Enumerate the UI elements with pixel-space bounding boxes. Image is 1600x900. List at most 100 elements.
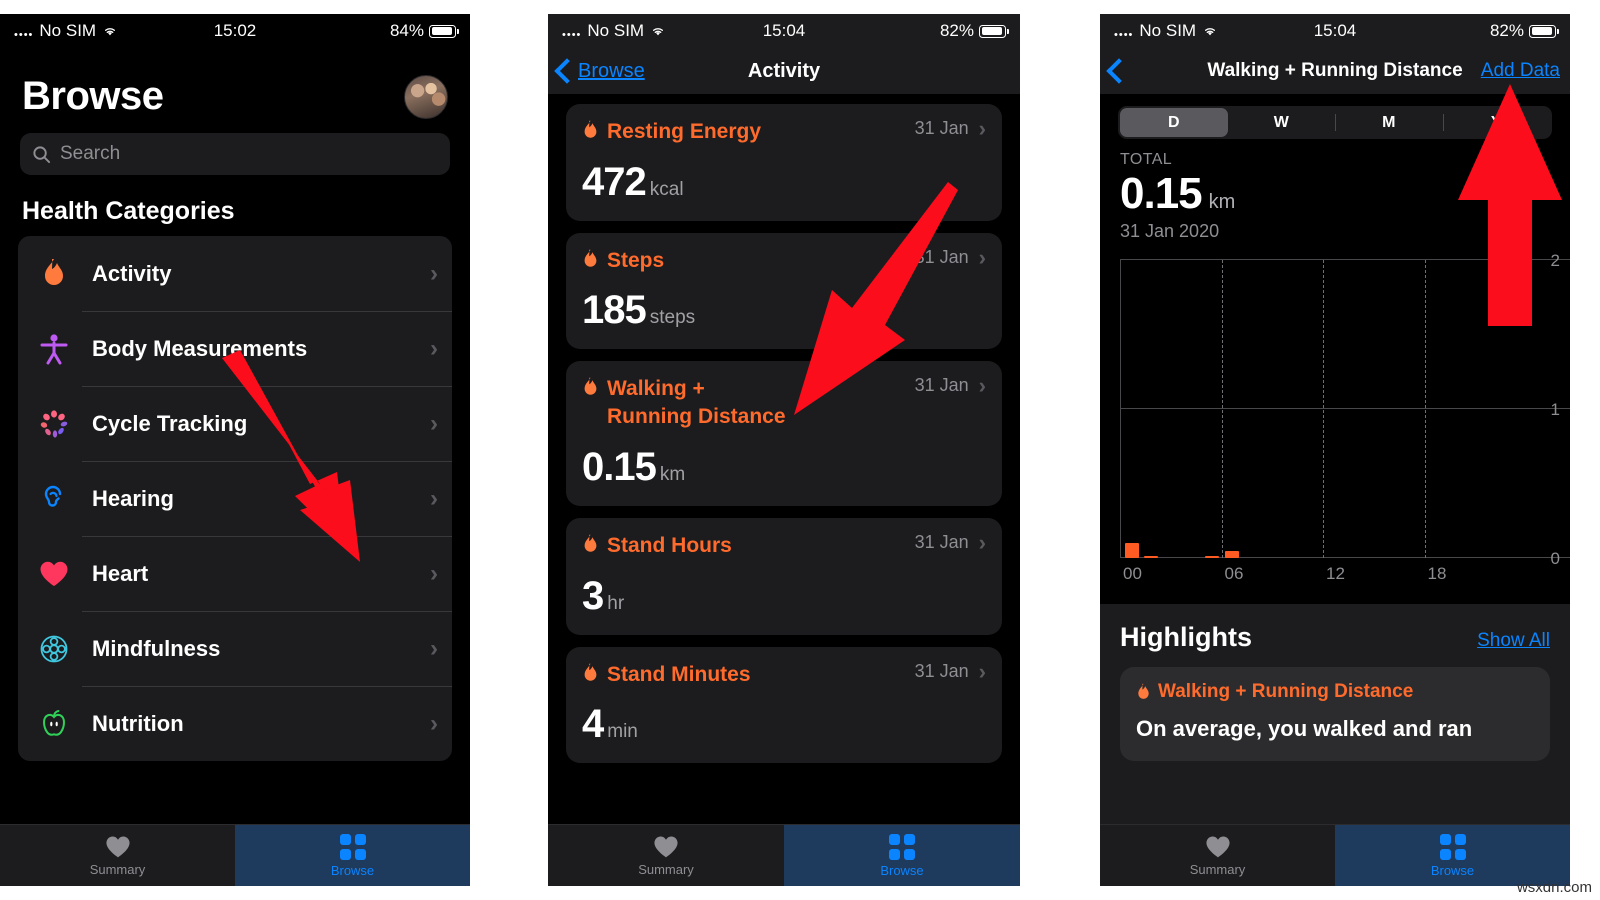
chevron-left-icon	[1106, 58, 1132, 84]
metric-card-walking-running-distance[interactable]: Walking + Running Distance 31 Jan › 0.15…	[566, 361, 1002, 506]
distance-chart[interactable]: 0 1 2 00 06 12 18	[1100, 251, 1570, 600]
card-value-row: 0.15 km	[582, 445, 986, 490]
sidebar-item-heart[interactable]: Heart ›	[18, 536, 452, 611]
chart-gridline-v	[1120, 260, 1121, 558]
chart-plot-area: 0 1 2 00 06 12 18	[1120, 251, 1570, 583]
total-value-row: 0.15 km	[1100, 169, 1570, 219]
activity-card-list: Resting Energy 31 Jan › 472 kcal Steps 3…	[548, 94, 1020, 764]
time-range-segmented-control[interactable]: D W M Y	[1118, 106, 1552, 139]
chevron-right-icon: ›	[430, 709, 438, 737]
browse-body: Browse Search Health Categories Activity…	[0, 48, 470, 761]
category-label: Activity	[92, 260, 172, 286]
chevron-right-icon: ›	[430, 484, 438, 512]
flame-icon	[584, 120, 597, 138]
highlight-card[interactable]: Walking + Running Distance On average, y…	[1120, 667, 1550, 761]
health-categories-list: Activity › Body Measurements › Cycle Tra…	[18, 236, 452, 761]
body-icon	[36, 333, 72, 365]
chart-y-tick-label: 1	[1550, 400, 1560, 419]
page-title: Browse	[22, 74, 164, 118]
avatar[interactable]	[404, 74, 448, 119]
chevron-right-icon: ›	[978, 529, 986, 555]
card-unit: min	[607, 721, 638, 743]
tab-browse[interactable]: Browse	[235, 825, 470, 886]
sidebar-item-cycle-tracking[interactable]: Cycle Tracking ›	[18, 386, 452, 461]
chevron-left-icon	[554, 58, 580, 84]
segment-day[interactable]: D	[1120, 108, 1228, 137]
status-bar: •••• No SIM 15:02 84%	[0, 14, 470, 48]
back-button[interactable]	[1106, 58, 1132, 84]
chevron-right-icon: ›	[978, 658, 986, 684]
nav-bar: Walking + Running Distance Add Data	[1100, 48, 1570, 94]
sidebar-item-mindfulness[interactable]: Mindfulness ›	[18, 611, 452, 686]
tab-label: Browse	[1430, 862, 1475, 878]
segment-week[interactable]: W	[1228, 108, 1336, 137]
tab-summary[interactable]: Summary	[548, 825, 784, 886]
card-title: Resting Energy	[607, 120, 762, 143]
total-label: TOTAL	[1120, 151, 1173, 168]
status-bar-left: •••• No SIM	[1114, 21, 1218, 41]
search-input[interactable]: Search	[20, 133, 450, 175]
flame-icon	[584, 663, 597, 681]
status-bar: •••• No SIM 15:04 82%	[548, 14, 1020, 48]
tab-summary[interactable]: Summary	[0, 825, 235, 886]
section-title-health-categories: Health Categories	[22, 197, 235, 225]
show-all-button[interactable]: Show All	[1477, 630, 1550, 652]
card-value-row: 3 hr	[582, 574, 986, 619]
flame-icon	[36, 258, 72, 290]
metric-card-steps[interactable]: Steps 31 Jan › 185 steps	[566, 232, 1002, 350]
chevron-right-icon: ›	[430, 259, 438, 287]
chart-bar	[1204, 556, 1219, 558]
sidebar-item-hearing[interactable]: Hearing ›	[18, 461, 452, 536]
card-unit: hr	[607, 592, 625, 614]
grid-icon	[889, 833, 915, 860]
card-title: Stand Minutes	[607, 662, 751, 686]
flame-icon	[584, 534, 597, 552]
metric-card-stand-minutes[interactable]: Stand Minutes 31 Jan › 4 min	[566, 646, 1002, 764]
tab-summary[interactable]: Summary	[1100, 825, 1335, 886]
card-header: Resting Energy 31 Jan ›	[582, 118, 986, 146]
back-button[interactable]: Browse	[554, 58, 645, 84]
metric-card-resting-energy[interactable]: Resting Energy 31 Jan › 472 kcal	[566, 104, 1002, 221]
chart-gridline-v	[1424, 260, 1426, 558]
card-unit: steps	[649, 307, 696, 329]
sidebar-item-body-measurements[interactable]: Body Measurements ›	[18, 311, 452, 386]
chevron-right-icon: ›	[430, 634, 438, 662]
tab-browse[interactable]: Browse	[1335, 825, 1570, 886]
highlight-card-title-row: Walking + Running Distance	[1136, 681, 1534, 703]
chart-gridline-v	[1221, 260, 1223, 558]
tab-browse[interactable]: Browse	[784, 825, 1020, 886]
flame-icon	[1138, 683, 1149, 699]
tab-label: Browse	[330, 862, 375, 878]
card-value: 472	[582, 159, 647, 204]
tab-label: Summary	[89, 861, 146, 877]
carrier-label: No SIM	[1139, 21, 1197, 40]
ear-icon	[36, 483, 72, 515]
battery-icon	[1529, 24, 1559, 38]
sidebar-item-activity[interactable]: Activity ›	[18, 236, 452, 311]
apple-icon	[36, 709, 72, 739]
browse-header: Browse	[0, 48, 470, 123]
card-value: 4	[582, 702, 604, 747]
sidebar-item-nutrition[interactable]: Nutrition ›	[18, 686, 452, 761]
segment-year[interactable]: Y	[1442, 108, 1551, 137]
add-data-button[interactable]: Add Data	[1481, 60, 1560, 82]
signal-dots-icon: ••••	[14, 29, 34, 41]
status-bar-right: 82%	[939, 21, 1009, 41]
chart-y-tick-label: 0	[1550, 549, 1560, 568]
segment-month[interactable]: M	[1335, 108, 1443, 137]
battery-icon	[429, 24, 459, 38]
signal-dots-icon: ••••	[562, 29, 582, 41]
battery-percent-label: 82%	[939, 21, 974, 40]
tab-bar: Summary Browse	[0, 824, 470, 886]
flame-icon	[584, 378, 597, 396]
phone-screen-browse: •••• No SIM 15:02 84% Browse Search Heal…	[0, 14, 470, 886]
status-bar-left: •••• No SIM	[562, 21, 666, 41]
total-value: 0.15	[1120, 169, 1203, 218]
category-label: Nutrition	[92, 710, 184, 736]
highlight-card-text: On average, you walked and ran	[1136, 716, 1473, 741]
card-title-row: Resting Energy	[582, 118, 907, 146]
card-date: 31 Jan	[914, 660, 969, 681]
card-title-row: Stand Minutes	[582, 661, 907, 689]
total-unit: km	[1208, 191, 1236, 213]
metric-card-stand-hours[interactable]: Stand Hours 31 Jan › 3 hr	[566, 517, 1002, 635]
